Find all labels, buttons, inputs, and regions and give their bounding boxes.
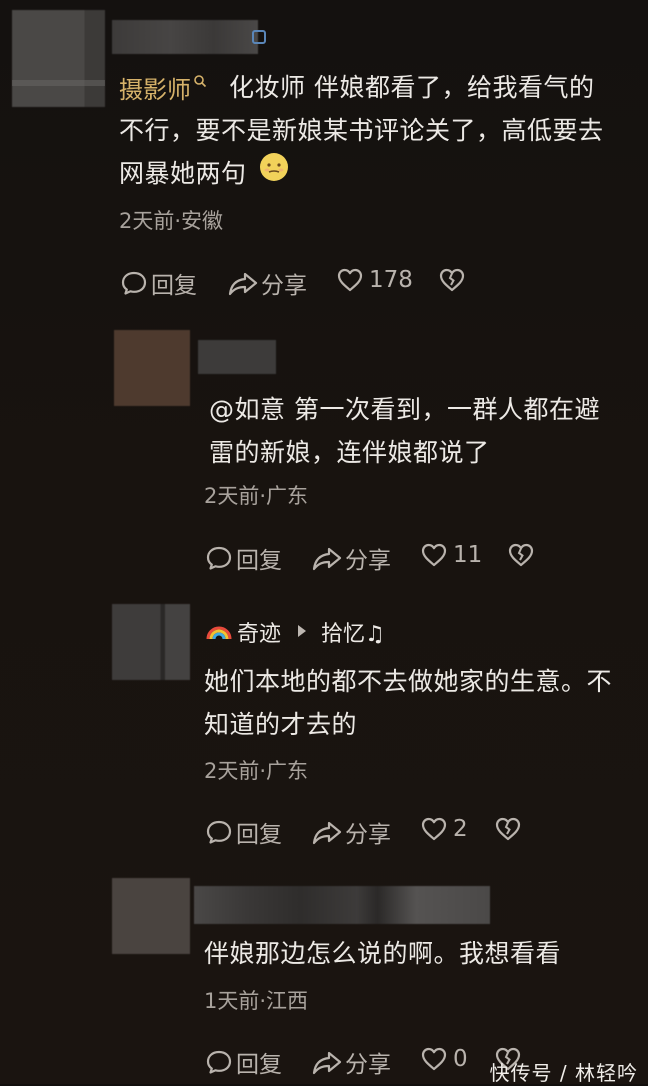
reply-label: 回复 bbox=[236, 1052, 282, 1078]
share-label: 分享 bbox=[261, 273, 307, 299]
comment-3-reply-to[interactable]: 拾忆♫ bbox=[321, 616, 385, 648]
comment-2-reply-button[interactable]: 回复 bbox=[205, 541, 282, 575]
reply-label: 回复 bbox=[236, 822, 282, 848]
avatar[interactable] bbox=[112, 878, 190, 954]
share-icon bbox=[312, 1048, 342, 1076]
comment-thread: 摄影师 化妆师 伴娘都看了，给我看气的 不行，要不是新娘某书评论关了，高低要去 … bbox=[0, 0, 648, 1085]
comment-1-share-button[interactable]: 分享 bbox=[228, 266, 307, 300]
broken-heart-icon bbox=[494, 815, 522, 843]
share-icon bbox=[312, 818, 342, 846]
comment-3-meta: 2天前·广东 bbox=[204, 759, 309, 783]
comment-2-like-button[interactable]: 11 bbox=[420, 541, 482, 569]
play-arrow-icon bbox=[297, 623, 307, 642]
heart-icon bbox=[336, 266, 364, 294]
like-count: 178 bbox=[369, 267, 413, 293]
share-label: 分享 bbox=[345, 548, 391, 574]
comment-4-share-button[interactable]: 分享 bbox=[312, 1045, 391, 1079]
comment-1-line-2: 不行，要不是新娘某书评论关了，高低要去 bbox=[119, 116, 604, 145]
reply-label: 回复 bbox=[236, 548, 282, 574]
redacted-username bbox=[112, 20, 258, 54]
comment-icon bbox=[205, 544, 233, 572]
broken-heart-icon bbox=[507, 541, 535, 569]
comment-3-text: 她们本地的都不去做她家的生意。不 知道的才去的 bbox=[204, 660, 640, 746]
broken-heart-icon bbox=[438, 266, 466, 294]
comment-3-username[interactable]: 奇迹 bbox=[237, 616, 281, 648]
comment-2-meta: 2天前·广东 bbox=[204, 484, 309, 508]
comment-3-header: 奇迹 拾忆♫ bbox=[205, 616, 385, 648]
comment-2-share-button[interactable]: 分享 bbox=[312, 541, 391, 575]
comment-3-reply-button[interactable]: 回复 bbox=[205, 815, 282, 849]
comment-2-text: @如意 第一次看到，一群人都在避 雷的新娘，连伴娘都说了 bbox=[209, 388, 639, 474]
comment-4-like-button[interactable]: 0 bbox=[420, 1045, 468, 1073]
like-count: 0 bbox=[453, 1046, 468, 1072]
comment-4-meta: 1天前·江西 bbox=[204, 989, 309, 1013]
redacted-username bbox=[198, 340, 276, 374]
comment-4-line-1: 伴娘那边怎么说的啊。我想看看 bbox=[204, 939, 562, 968]
reply-label: 回复 bbox=[151, 273, 197, 299]
share-label: 分享 bbox=[345, 1052, 391, 1078]
comment-3-line-1: 她们本地的都不去做她家的生意。不 bbox=[204, 667, 613, 696]
comment-3-line-2: 知道的才去的 bbox=[204, 710, 358, 739]
rainbow-icon bbox=[205, 619, 233, 645]
comment-4-text: 伴娘那边怎么说的啊。我想看看 bbox=[204, 932, 640, 975]
comment-3-share-button[interactable]: 分享 bbox=[312, 815, 391, 849]
comment-4-reply-button[interactable]: 回复 bbox=[205, 1045, 282, 1079]
comment-3-like-button[interactable]: 2 bbox=[420, 815, 468, 843]
avatar[interactable] bbox=[114, 330, 190, 406]
camera-icon bbox=[252, 30, 266, 44]
like-count: 11 bbox=[453, 542, 483, 568]
heart-icon bbox=[420, 815, 448, 843]
avatar[interactable] bbox=[112, 604, 190, 680]
comment-1-like-button[interactable]: 178 bbox=[336, 266, 413, 294]
watermark: 快传号 / 林轻吟 bbox=[489, 1061, 638, 1085]
heart-icon bbox=[420, 1045, 448, 1073]
smiley-emoji-icon bbox=[259, 152, 289, 195]
avatar-edge bbox=[12, 80, 105, 86]
redacted-username bbox=[194, 886, 490, 924]
like-count: 2 bbox=[453, 816, 468, 842]
comment-2-dislike-button[interactable] bbox=[507, 541, 535, 569]
share-icon bbox=[312, 544, 342, 572]
comment-3-dislike-button[interactable] bbox=[494, 815, 522, 843]
comment-1-reply-button[interactable]: 回复 bbox=[120, 266, 197, 300]
comment-1-line-1: 化妆师 伴娘都看了，给我看气的 bbox=[229, 73, 595, 102]
comment-1-dislike-button[interactable] bbox=[438, 266, 466, 294]
share-label: 分享 bbox=[345, 822, 391, 848]
comment-1-text: 化妆师 伴娘都看了，给我看气的 不行，要不是新娘某书评论关了，高低要去 网暴她两… bbox=[119, 66, 639, 195]
avatar[interactable] bbox=[12, 10, 105, 107]
comment-icon bbox=[205, 1048, 233, 1076]
comment-2-line-1: @如意 第一次看到，一群人都在避 bbox=[209, 395, 600, 424]
comment-icon bbox=[120, 269, 148, 297]
comment-2-line-2: 雷的新娘，连伴娘都说了 bbox=[209, 438, 490, 467]
comment-1-line-3: 网暴她两句 bbox=[119, 159, 247, 188]
comment-1-meta: 2天前·安徽 bbox=[119, 209, 224, 233]
heart-icon bbox=[420, 541, 448, 569]
share-icon bbox=[228, 269, 258, 297]
comment-icon bbox=[205, 818, 233, 846]
